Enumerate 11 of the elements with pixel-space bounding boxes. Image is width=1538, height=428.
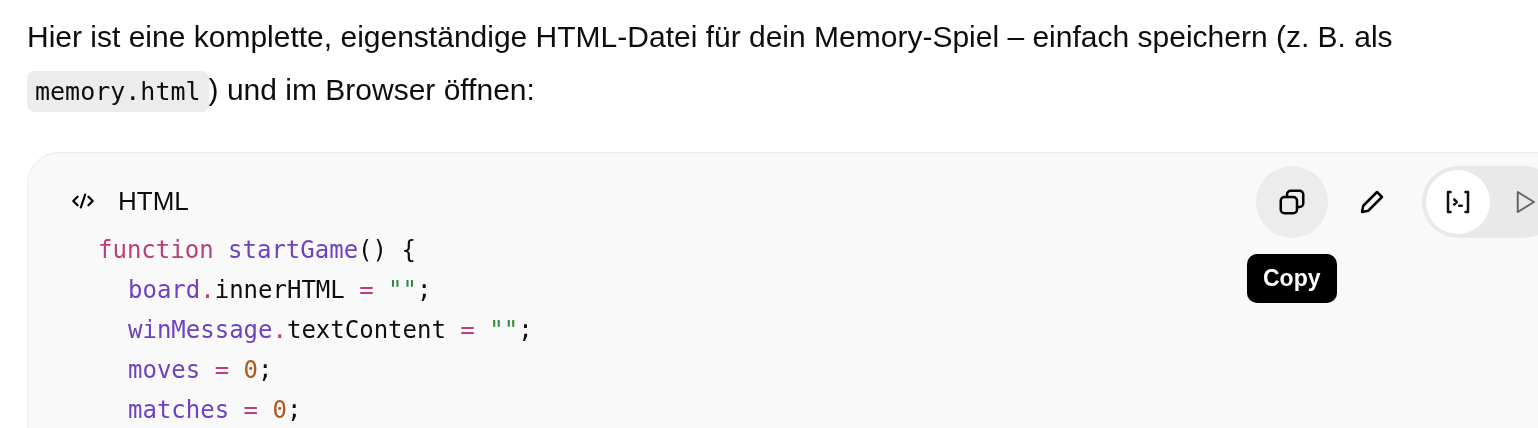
console-toggle[interactable] [1426, 170, 1490, 234]
code-line: winMessage.textContent = ""; [128, 315, 533, 346]
language-label: HTML [118, 185, 189, 217]
tooltip: Copy [1247, 254, 1337, 303]
inline-code: memory.html [27, 71, 209, 112]
code-line: board.innerHTML = ""; [128, 275, 432, 306]
code-line: matches = 0; [128, 395, 302, 426]
code-line: moves = 0; [128, 355, 273, 386]
code-line: function startGame() { [98, 235, 416, 266]
message-text: Hier ist eine komplette, eigenständige HTML-Datei für dein Memory-Spiel – einfach speichern (z. B. als memory.html ) und im Browser öffnen: [27, 10, 1517, 118]
copy-icon [1277, 187, 1307, 217]
